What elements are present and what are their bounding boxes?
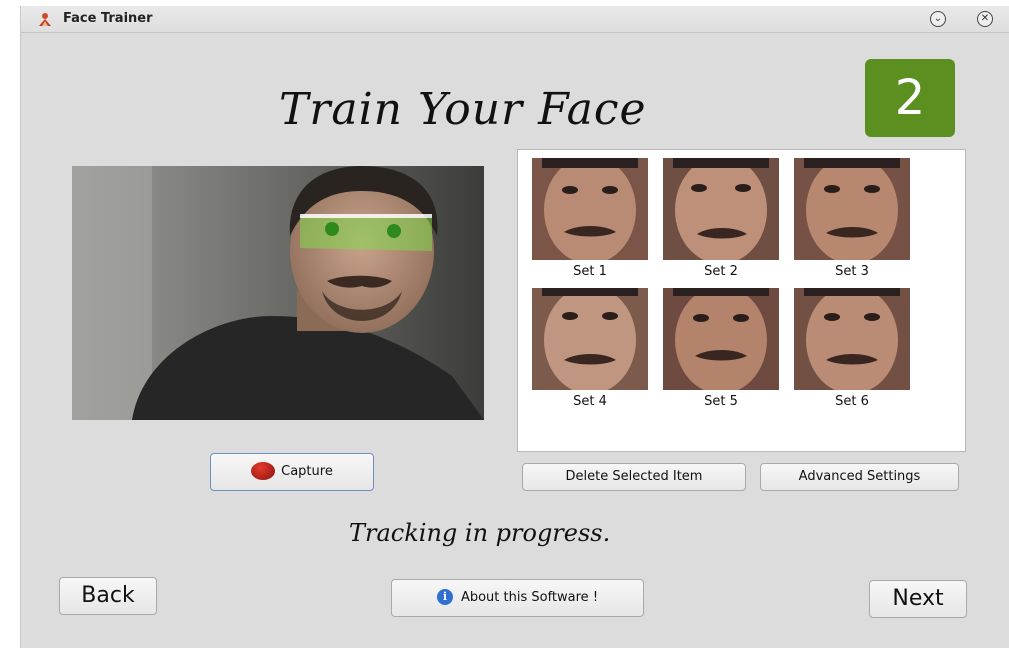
next-button[interactable]: Next (869, 580, 967, 618)
delete-selected-item-button[interactable]: Delete Selected Item (522, 463, 746, 491)
window-title: Face Trainer (63, 11, 153, 26)
step-badge: 2 (865, 59, 955, 137)
info-icon: i (436, 588, 453, 605)
capture-button-label: Capture (281, 464, 333, 479)
title-bar[interactable]: Face Trainer ⌄ ✕ (21, 6, 1009, 33)
gallery-item-label: Set 6 (835, 394, 869, 409)
face-thumbnail (794, 288, 910, 390)
gallery-item-set-4[interactable]: Set 4 (532, 288, 648, 409)
gallery-item-label: Set 1 (573, 264, 607, 279)
advanced-settings-button[interactable]: Advanced Settings (760, 463, 959, 491)
gallery-item-label: Set 2 (704, 264, 738, 279)
record-dot-icon (251, 461, 276, 480)
app-icon (39, 13, 51, 26)
face-sets-gallery[interactable]: Set 1 Set 2 Set 3 Set 4 Set 5 Set 6 (517, 149, 966, 452)
face-thumbnail (794, 158, 910, 260)
close-button[interactable]: ✕ (977, 11, 993, 27)
face-thumbnail (532, 288, 648, 390)
minimize-button[interactable]: ⌄ (930, 11, 946, 27)
face-thumbnail (663, 158, 779, 260)
gallery-item-set-5[interactable]: Set 5 (663, 288, 779, 409)
page-title: Train Your Face (279, 84, 647, 135)
gallery-item-label: Set 5 (704, 394, 738, 409)
gallery-item-set-1[interactable]: Set 1 (532, 158, 648, 279)
about-software-button[interactable]: i About this Software ! (391, 579, 644, 617)
gallery-item-set-3[interactable]: Set 3 (794, 158, 910, 279)
gallery-item-label: Set 3 (835, 264, 869, 279)
capture-button[interactable]: Capture (210, 453, 374, 491)
face-trainer-window: Face Trainer ⌄ ✕ Train Your Face 2 Set 1… (20, 6, 1009, 648)
camera-preview (72, 166, 484, 420)
back-button[interactable]: Back (59, 577, 157, 615)
face-thumbnail (663, 288, 779, 390)
gallery-item-set-2[interactable]: Set 2 (663, 158, 779, 279)
gallery-item-label: Set 4 (573, 394, 607, 409)
gallery-item-set-6[interactable]: Set 6 (794, 288, 910, 409)
status-text: Tracking in progress. (349, 519, 611, 547)
about-button-label: About this Software ! (460, 590, 599, 605)
face-thumbnail (532, 158, 648, 260)
